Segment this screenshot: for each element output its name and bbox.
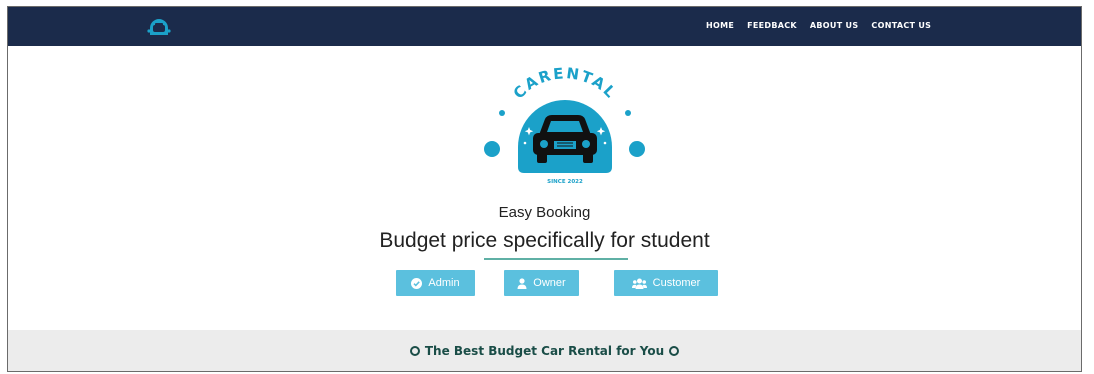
check-circle-icon [411,277,423,289]
ring-left-icon [409,346,420,356]
user-icon [517,277,527,289]
nav-link-contact-us[interactable]: CONTACT US [871,21,931,30]
logo-since-text: SINCE 2022 [547,179,583,185]
nav-link-home[interactable]: HOME [706,21,734,30]
navbar: HOME FEEDBACK ABOUT US CONTACT US [8,7,1081,46]
footer-slogan: The Best Budget Car Rental for You [8,344,1081,358]
nav-link-feedback[interactable]: FEEDBACK [747,21,797,30]
admin-button[interactable]: Admin [396,270,475,296]
nav-link-about-us[interactable]: ABOUT US [810,21,859,30]
users-icon [631,278,647,289]
owner-button[interactable]: Owner [504,270,579,296]
hero-tagline: Easy Booking [498,204,591,221]
brand-logo-icon[interactable] [147,15,171,37]
footer-band: The Best Budget Car Rental for You [8,330,1081,371]
ring-right-icon [669,346,680,356]
carental-logo: CARENTAL SINCE 2022 [473,57,655,187]
logo-brand-text: CARENTAL [510,64,619,102]
customer-button[interactable]: Customer [614,270,718,296]
owner-button-label: Owner [533,277,566,289]
admin-button-label: Admin [428,277,460,289]
svg-text:CARENTAL: CARENTAL [510,64,621,102]
headline-underline [484,258,628,260]
hero-headline: Budget price specifically for student [379,229,710,252]
customer-button-label: Customer [652,277,701,289]
nav-links: HOME FEEDBACK ABOUT US CONTACT US [706,21,944,30]
page-frame: HOME FEEDBACK ABOUT US CONTACT US CARENT… [7,6,1082,372]
footer-slogan-text: The Best Budget Car Rental for You [424,344,665,358]
